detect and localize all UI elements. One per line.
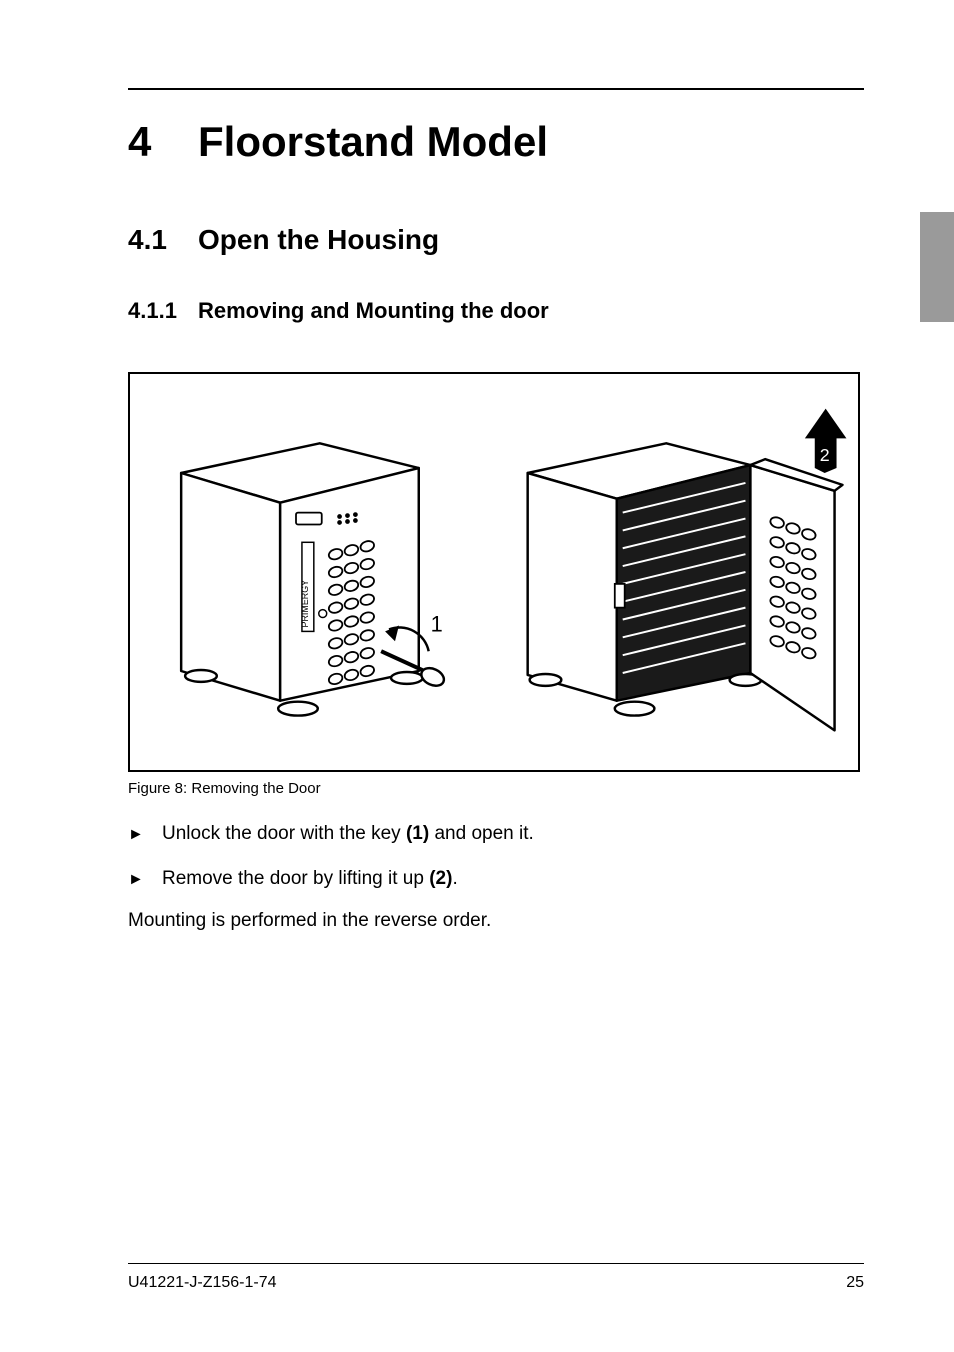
step-text-bold: (1) bbox=[406, 823, 429, 844]
top-rule bbox=[128, 88, 864, 90]
chapter-thumb-tab bbox=[920, 212, 954, 322]
subsection-heading: 4.1.1 Removing and Mounting the door bbox=[128, 298, 864, 324]
steps-list: ► Unlock the door with the key (1) and o… bbox=[128, 821, 864, 892]
step-text-bold: (2) bbox=[429, 868, 452, 889]
step-text-post: and open it. bbox=[429, 823, 534, 844]
page-footer: U41221-J-Z156-1-74 25 bbox=[128, 1274, 864, 1292]
subsection-title: Removing and Mounting the door bbox=[198, 298, 549, 324]
step-text-pre: Unlock the door with the key bbox=[162, 823, 406, 844]
page: 4 Floorstand Model 4.1 Open the Housing … bbox=[0, 0, 954, 1352]
step-marker-icon: ► bbox=[128, 866, 162, 891]
figure-illustration: PRIMERGY bbox=[128, 372, 860, 772]
chapter-number: 4 bbox=[128, 118, 198, 166]
chapter-title: Floorstand Model bbox=[198, 118, 548, 166]
section-number: 4.1 bbox=[128, 224, 198, 256]
step-text: Unlock the door with the key (1) and ope… bbox=[162, 821, 864, 848]
device-label: PRIMERGY bbox=[300, 580, 310, 628]
figure-caption: Figure 8: Removing the Door bbox=[128, 780, 864, 797]
subsection-number: 4.1.1 bbox=[128, 298, 198, 324]
doc-id: U41221-J-Z156-1-74 bbox=[128, 1274, 277, 1292]
step-text: Remove the door by lifting it up (2). bbox=[162, 866, 864, 893]
step-text-post: . bbox=[452, 868, 457, 889]
figure-callout-2: 2 bbox=[820, 445, 830, 465]
figure-callout-1: 1 bbox=[431, 611, 443, 636]
section-heading: 4.1 Open the Housing bbox=[128, 224, 864, 256]
footer-rule bbox=[128, 1263, 864, 1264]
chapter-heading: 4 Floorstand Model bbox=[128, 118, 864, 166]
step-marker-icon: ► bbox=[128, 821, 162, 846]
page-number: 25 bbox=[846, 1274, 864, 1292]
step-item: ► Remove the door by lifting it up (2). bbox=[128, 866, 864, 893]
step-item: ► Unlock the door with the key (1) and o… bbox=[128, 821, 864, 848]
step-text-pre: Remove the door by lifting it up bbox=[162, 868, 429, 889]
body-paragraph: Mounting is performed in the reverse ord… bbox=[128, 910, 864, 932]
section-title: Open the Housing bbox=[198, 224, 439, 256]
